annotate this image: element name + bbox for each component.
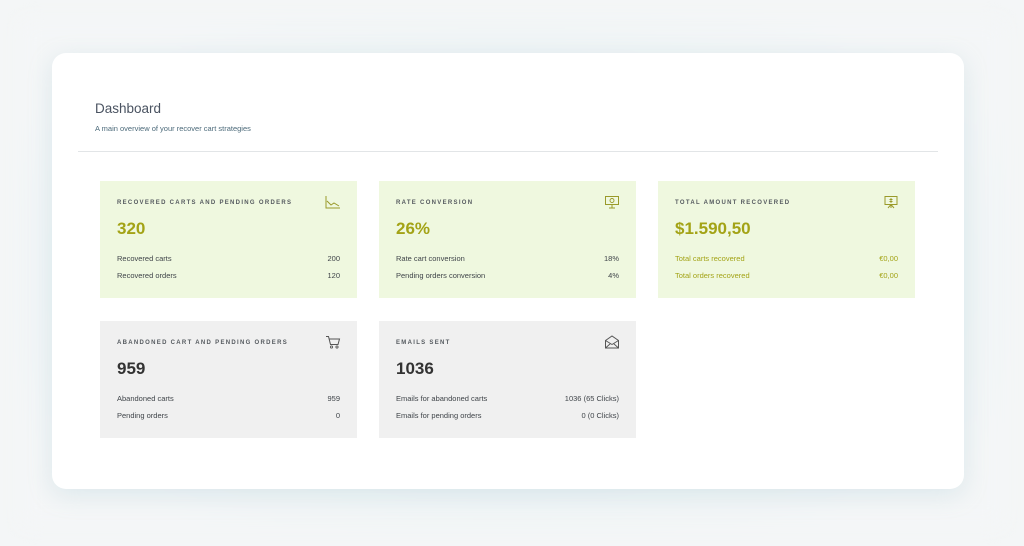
page-subtitle: A main overview of your recover cart str… xyxy=(95,124,251,133)
row-value: 0 xyxy=(335,411,340,420)
presentation-board-icon xyxy=(605,196,619,209)
row-value: 0 (0 Clicks) xyxy=(581,411,619,420)
card-value: $1.590,50 xyxy=(675,219,751,238)
card-title: Recovered carts and pending orders xyxy=(117,200,293,206)
row-label: Pending orders xyxy=(117,411,168,420)
card-value: 26% xyxy=(396,219,431,238)
card-row: Total carts recovered €0,00 xyxy=(675,254,898,266)
row-label: Abandoned carts xyxy=(117,394,174,403)
total-amount-card: Total amount recovered $1.590,50 Total c… xyxy=(658,181,915,298)
row-value: €0,00 xyxy=(879,254,898,263)
dashboard-panel: Dashboard A main overview of your recove… xyxy=(52,53,964,489)
abandoned-cart-card: Abandoned cart and pending orders 959 Ab… xyxy=(100,321,357,438)
card-row: Emails for abandoned carts 1036 (65 Clic… xyxy=(396,394,619,406)
row-value: 4% xyxy=(608,271,619,280)
card-value: 959 xyxy=(117,359,146,378)
row-label: Pending orders conversion xyxy=(396,271,486,280)
card-row: Pending orders conversion 4% xyxy=(396,271,619,283)
row-label: Recovered orders xyxy=(117,271,177,280)
card-title: Abandoned cart and pending orders xyxy=(117,340,289,346)
row-value: 959 xyxy=(327,394,340,403)
card-row: Recovered carts 200 xyxy=(117,254,340,266)
card-row: Rate cart conversion 18% xyxy=(396,254,619,266)
card-row: Total orders recovered €0,00 xyxy=(675,271,898,283)
header-divider xyxy=(78,151,938,152)
card-title: Total amount recovered xyxy=(675,200,791,206)
row-value: €0,00 xyxy=(879,271,898,280)
row-label: Total carts recovered xyxy=(675,254,745,263)
shopping-cart-icon xyxy=(326,336,341,349)
money-board-icon xyxy=(884,196,898,209)
row-label: Total orders recovered xyxy=(675,271,750,280)
card-row: Pending orders 0 xyxy=(117,411,340,423)
row-label: Emails for pending orders xyxy=(396,411,482,420)
page-title: Dashboard xyxy=(95,101,162,116)
card-row: Recovered orders 120 xyxy=(117,271,340,283)
card-row: Emails for pending orders 0 (0 Clicks) xyxy=(396,411,619,423)
card-row: Abandoned carts 959 xyxy=(117,394,340,406)
line-chart-icon xyxy=(325,196,340,209)
card-title: Rate conversion xyxy=(396,200,474,206)
emails-sent-card: Emails sent 1036 Emails for abandoned ca… xyxy=(379,321,636,438)
row-label: Emails for abandoned carts xyxy=(396,394,488,403)
card-value: 320 xyxy=(117,219,146,238)
recovered-carts-card: Recovered carts and pending orders 320 R… xyxy=(100,181,357,298)
row-value: 1036 (65 Clicks) xyxy=(564,394,619,403)
row-label: Rate cart conversion xyxy=(396,254,465,263)
row-value: 18% xyxy=(603,254,619,263)
row-label: Recovered carts xyxy=(117,254,172,263)
row-value: 200 xyxy=(327,254,340,263)
open-envelope-icon xyxy=(605,335,619,349)
rate-conversion-card: Rate conversion 26% Rate cart conversion… xyxy=(379,181,636,298)
row-value: 120 xyxy=(327,271,340,280)
card-value: 1036 xyxy=(396,359,434,378)
card-title: Emails sent xyxy=(396,340,451,346)
